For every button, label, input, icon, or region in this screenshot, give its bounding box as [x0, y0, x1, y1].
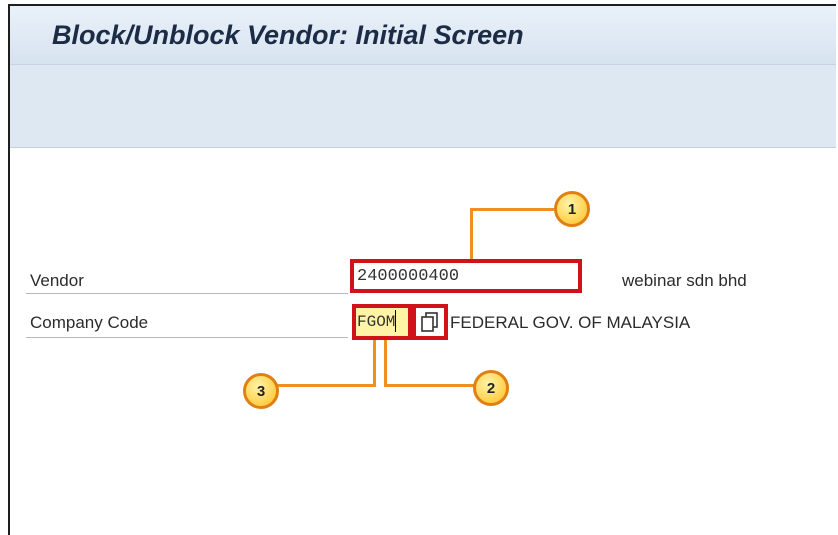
- application-toolbar: [10, 65, 836, 148]
- callout-1-vertical-line: [470, 208, 473, 259]
- company-code-description: FEDERAL GOV. OF MALAYSIA: [450, 313, 691, 332]
- vendor-input[interactable]: 2400000400: [350, 259, 582, 293]
- callout-3-badge: 3: [243, 373, 279, 409]
- callout-1-badge: 1: [554, 191, 590, 227]
- callout-2-badge: 2: [473, 370, 509, 406]
- callout-2-horizontal-line: [384, 384, 476, 387]
- vendor-label: Vendor: [30, 271, 84, 290]
- company-code-label: Company Code: [30, 313, 149, 332]
- callout-2-vertical-line: [384, 340, 387, 387]
- title-bar: Block/Unblock Vendor: Initial Screen: [10, 6, 836, 65]
- company-code-input[interactable]: FGOM: [352, 304, 412, 340]
- page-title: Block/Unblock Vendor: Initial Screen: [52, 20, 524, 50]
- callout-3-vertical-line: [373, 340, 376, 386]
- text-cursor: [395, 310, 396, 332]
- callout-1-horizontal-line: [470, 208, 554, 211]
- vendor-row-divider: [26, 293, 348, 294]
- company-code-row-divider: [26, 337, 348, 338]
- possible-entries-icon: [421, 312, 438, 332]
- vendor-description: webinar sdn bhd: [622, 271, 747, 290]
- company-code-f4-help-button[interactable]: [412, 304, 448, 340]
- callout-3-horizontal-line: [277, 384, 376, 387]
